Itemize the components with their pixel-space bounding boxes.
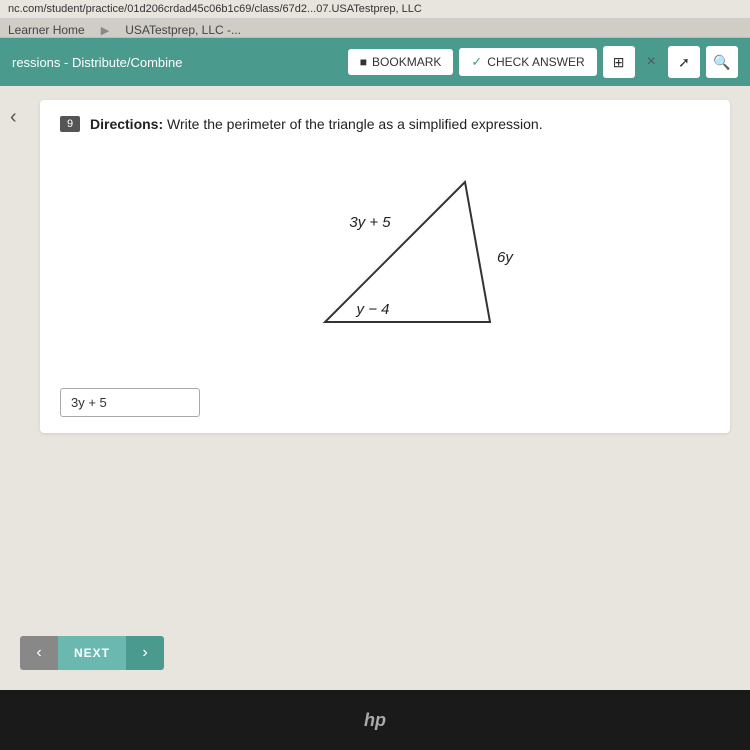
triangle-svg: 3y + 5 6y y − 4: [225, 162, 545, 362]
grid-icon-button[interactable]: ⊞: [603, 46, 635, 78]
next-button[interactable]: ›: [126, 636, 164, 670]
checkmark-icon: ✓: [471, 54, 482, 70]
hp-logo: hp: [364, 710, 386, 731]
next-label-button[interactable]: NEXT: [58, 636, 126, 670]
expand-icon: ➚: [678, 54, 690, 71]
bookmark-label: BOOKMARK: [372, 55, 441, 69]
close-button[interactable]: ×: [641, 49, 662, 75]
browser-url-bar: nc.com/student/practice/01d206crdad45c06…: [0, 0, 750, 19]
tab-arrow-icon: ▶: [101, 24, 109, 37]
tab-usatestprep[interactable]: USATestprep, LLC -...: [125, 23, 241, 37]
bookmark-button[interactable]: ■ BOOKMARK: [348, 49, 454, 75]
laptop-bottom-bezel: hp: [0, 690, 750, 750]
side-right-label: 6y: [497, 249, 514, 266]
section-title: ressions - Distribute/Combine: [12, 55, 183, 70]
search-icon: 🔍: [713, 54, 730, 71]
question-card: 9 Directions: Write the perimeter of the…: [40, 100, 730, 433]
url-text: nc.com/student/practice/01d206crdad45c06…: [8, 3, 422, 15]
check-answer-button[interactable]: ✓ CHECK ANSWER: [459, 48, 596, 76]
bookmark-icon: ■: [360, 55, 367, 69]
triangle-diagram: 3y + 5 6y y − 4: [60, 142, 710, 372]
app-header: ressions - Distribute/Combine ■ BOOKMARK…: [0, 38, 750, 86]
question-header: 9 Directions: Write the perimeter of the…: [60, 116, 710, 132]
browser-tabs: Learner Home ▶ USATestprep, LLC -...: [0, 19, 750, 38]
tab-learner-home[interactable]: Learner Home: [8, 23, 85, 37]
search-button[interactable]: 🔍: [706, 46, 738, 78]
back-arrow-button[interactable]: ‹: [10, 106, 17, 129]
answer-input-area: [60, 388, 710, 417]
screen: nc.com/student/practice/01d206crdad45c06…: [0, 0, 750, 750]
directions-prefix: Directions:: [90, 116, 167, 132]
question-number: 9: [60, 116, 80, 132]
side-bottom-label: y − 4: [356, 301, 390, 318]
answer-input[interactable]: [60, 388, 200, 417]
content-area: ‹ 9 Directions: Write the perimeter of t…: [0, 86, 750, 690]
check-answer-label: CHECK ANSWER: [487, 55, 584, 69]
navigation-buttons: ‹ NEXT ›: [20, 636, 164, 670]
next-icon: ›: [142, 644, 147, 662]
directions-body: Write the perimeter of the triangle as a…: [167, 116, 543, 132]
expand-button[interactable]: ➚: [668, 46, 700, 78]
question-directions: Directions: Write the perimeter of the t…: [90, 116, 543, 132]
next-label: NEXT: [74, 646, 110, 660]
prev-button[interactable]: ‹: [20, 636, 58, 670]
prev-icon: ‹: [36, 644, 41, 662]
grid-icon: ⊞: [613, 54, 625, 71]
side-top-label: 3y + 5: [349, 214, 391, 231]
header-actions: ■ BOOKMARK ✓ CHECK ANSWER ⊞ × ➚ 🔍: [348, 46, 738, 78]
